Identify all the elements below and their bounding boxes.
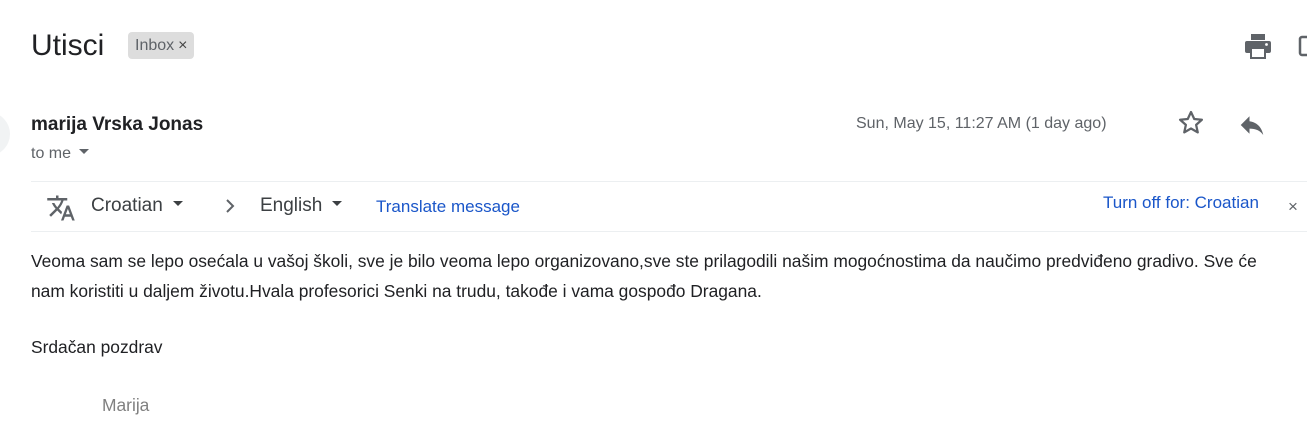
label-text: Inbox xyxy=(135,37,175,54)
source-language-label: Croatian xyxy=(91,195,163,216)
message-body: Veoma sam se lepo osećala u vašoj školi,… xyxy=(31,251,1257,301)
divider xyxy=(31,231,1307,232)
remove-label-button[interactable]: × xyxy=(178,37,187,54)
caret-down-icon xyxy=(79,149,90,155)
target-language-label: English xyxy=(260,195,323,216)
divider xyxy=(31,181,1307,182)
reply-icon[interactable] xyxy=(1237,110,1267,140)
star-icon[interactable] xyxy=(1176,108,1206,138)
caret-down-icon xyxy=(172,201,183,207)
recipient-text: to me xyxy=(31,145,72,162)
recipient-details-toggle[interactable]: to me xyxy=(31,143,90,165)
print-icon[interactable] xyxy=(1244,33,1272,59)
translate-icon xyxy=(47,195,75,221)
sender-name[interactable]: marija Vrska Jonas xyxy=(31,113,203,137)
translate-message-link[interactable]: Translate message xyxy=(376,196,520,218)
sender-avatar[interactable] xyxy=(0,112,10,156)
message-closing: Srdačan pozdrav xyxy=(31,337,163,357)
open-in-new-window-icon[interactable] xyxy=(1298,35,1307,57)
email-subject: Utisci xyxy=(31,29,105,62)
message-signature: Marija xyxy=(102,395,150,415)
target-language-select[interactable]: English xyxy=(260,194,343,218)
inbox-label-chip[interactable]: Inbox × xyxy=(128,32,195,59)
turn-off-translation-link[interactable]: Turn off for: Croatian xyxy=(1103,192,1259,214)
close-icon[interactable]: × xyxy=(1288,197,1298,217)
chevron-right-icon xyxy=(226,199,235,213)
email-date: Sun, May 15, 11:27 AM (1 day ago) xyxy=(856,115,1107,132)
caret-down-icon xyxy=(332,201,343,207)
source-language-select[interactable]: Croatian xyxy=(91,194,183,218)
